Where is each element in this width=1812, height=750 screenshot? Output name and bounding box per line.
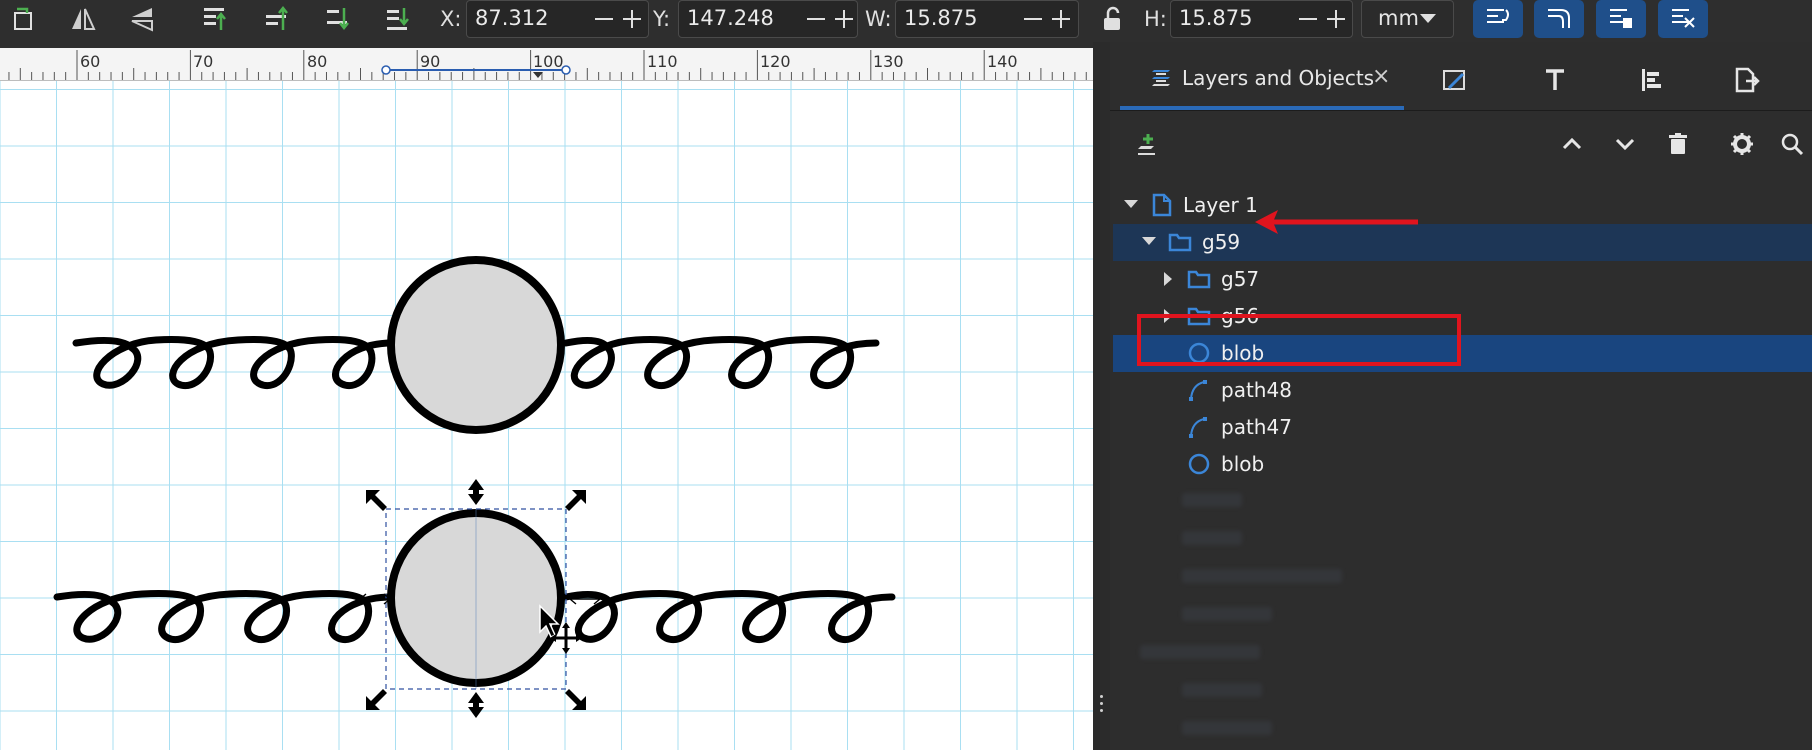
ruler-label: 110: [647, 52, 678, 71]
ruler-selection-end: [381, 65, 391, 75]
ruler-label: 140: [987, 52, 1018, 71]
select-all-icon[interactable]: [8, 2, 42, 36]
transform-gradients-button[interactable]: [1596, 0, 1646, 38]
x-field[interactable]: 87.312: [466, 0, 649, 38]
horizontal-ruler: 60 70 80 90 100 110 120 130 140: [0, 48, 1093, 81]
ruler-label: 100: [533, 52, 564, 71]
transform-scale-corners-button[interactable]: [1534, 0, 1584, 38]
handle-top-left-icon: [366, 490, 387, 511]
w-value[interactable]: 15.875: [904, 1, 977, 35]
x-value[interactable]: 87.312: [475, 1, 548, 35]
x-label: X:: [440, 7, 462, 31]
h-value[interactable]: 15.875: [1179, 1, 1252, 35]
h-decrement-button[interactable]: [1295, 3, 1321, 35]
ruler-label: 70: [193, 52, 214, 71]
lower-to-bottom-icon[interactable]: [380, 2, 414, 36]
ruler-label: 60: [80, 52, 101, 71]
x-decrement-button[interactable]: [591, 3, 617, 35]
w-decrement-button[interactable]: [1020, 3, 1046, 35]
transform-scale-stroke-button[interactable]: [1473, 0, 1523, 38]
y-label: Y:: [653, 7, 671, 31]
h-field[interactable]: 15.875: [1170, 0, 1353, 38]
y-increment-button[interactable]: [831, 3, 857, 35]
raise-icon[interactable]: [259, 2, 293, 36]
handle-bottom-icon: [468, 692, 484, 718]
annotation-overlay: [1137, 210, 1461, 366]
flip-horizontal-icon[interactable]: [66, 2, 100, 36]
y-value[interactable]: 147.248: [687, 1, 774, 35]
ruler-label: 130: [873, 52, 904, 71]
y-decrement-button[interactable]: [803, 3, 829, 35]
handle-top-icon: [468, 479, 484, 505]
layers-and-objects-panel: Layers and Objects × Layer 1 g59 g57 g56…: [1110, 42, 1812, 750]
handle-bottom-right-icon: [565, 689, 586, 710]
flip-vertical-icon[interactable]: [125, 2, 159, 36]
h-increment-button[interactable]: [1323, 3, 1349, 35]
h-label: H:: [1144, 7, 1167, 31]
y-field[interactable]: 147.248: [678, 0, 858, 38]
handle-top-right-icon: [565, 490, 586, 511]
w-increment-button[interactable]: [1048, 3, 1074, 35]
lower-icon[interactable]: [320, 2, 354, 36]
w-label: W:: [865, 7, 892, 31]
chevron-down-icon: [1420, 14, 1436, 23]
top-blob-circle[interactable]: [387, 256, 565, 434]
lock-icon[interactable]: [1096, 2, 1130, 36]
unit-dropdown[interactable]: mm: [1361, 0, 1454, 38]
w-field[interactable]: 15.875: [895, 0, 1079, 38]
panel-resize-handle[interactable]: [1093, 42, 1110, 750]
annotation-highlight-box: [1137, 314, 1461, 366]
ruler-label: 80: [307, 52, 328, 71]
ruler-label: 90: [420, 52, 441, 71]
drawing-canvas[interactable]: [0, 81, 1093, 750]
raise-to-top-icon[interactable]: [197, 2, 231, 36]
x-increment-button[interactable]: [619, 3, 645, 35]
handle-bottom-left-icon: [366, 689, 387, 710]
ruler-label: 120: [760, 52, 791, 71]
tool-controls-bar: X: 87.312 Y: 147.248 W: 15.875 H: 15.875…: [0, 0, 1812, 42]
grip-dots-icon: [1100, 695, 1103, 698]
unit-value: mm: [1378, 6, 1419, 30]
transform-patterns-button[interactable]: [1658, 0, 1708, 38]
